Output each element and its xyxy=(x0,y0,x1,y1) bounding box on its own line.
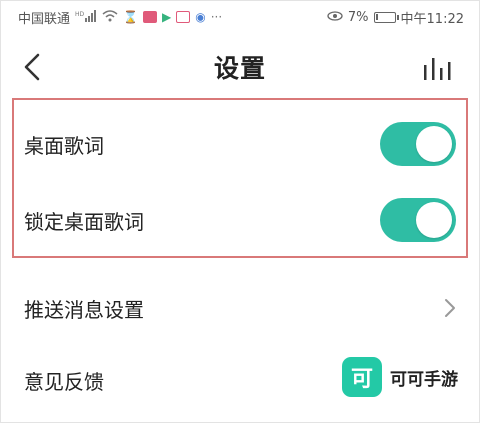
setting-row-push-settings[interactable]: 推送消息设置 xyxy=(0,278,480,338)
chevron-left-icon[interactable] xyxy=(18,52,46,82)
toggle-knob xyxy=(416,202,452,238)
more-icon: ··· xyxy=(210,10,223,24)
status-right: 7% 中午11:22 xyxy=(327,8,464,27)
setting-row-desktop-lyrics: 桌面歌词 xyxy=(0,114,480,174)
wifi-icon xyxy=(102,9,118,25)
desktop-lyrics-toggle[interactable] xyxy=(380,122,456,166)
carrier-name: 中国联通 xyxy=(18,11,71,27)
app-notification-icon xyxy=(142,11,157,23)
setting-label-lock-desktop-lyrics: 锁定桌面歌词 xyxy=(24,209,144,234)
message-notification-icon xyxy=(176,11,191,23)
equalizer-icon[interactable] xyxy=(422,56,454,80)
battery-icon xyxy=(373,11,399,23)
watermark-logo: 可 xyxy=(342,357,382,397)
watermark: 可 可可手游 xyxy=(342,357,458,397)
browser-icon: ◉ xyxy=(195,10,206,24)
play-icon: ▶ xyxy=(161,10,172,24)
setting-label-desktop-lyrics: 桌面歌词 xyxy=(24,133,104,158)
setting-row-lock-desktop-lyrics: 锁定桌面歌词 xyxy=(0,190,480,250)
svg-text:HD: HD xyxy=(75,11,85,18)
header: 设置 xyxy=(0,34,480,100)
status-left: 中国联通 HD ⌛ ▶ ◉ ··· xyxy=(18,8,222,27)
eye-icon xyxy=(327,10,343,24)
watermark-text: 可可手游 xyxy=(390,369,458,390)
chevron-right-icon xyxy=(445,299,455,317)
status-bar: 中国联通 HD ⌛ ▶ ◉ ··· 7% 中午11:22 xyxy=(0,0,480,34)
lock-desktop-lyrics-toggle[interactable] xyxy=(380,198,456,242)
clock: 中午11:22 xyxy=(400,11,464,27)
battery-percent: 7% xyxy=(347,9,369,25)
setting-label-push-settings: 推送消息设置 xyxy=(24,297,144,322)
setting-label-feedback: 意见反馈 xyxy=(24,369,104,394)
page-title: 设置 xyxy=(213,54,266,83)
toggle-knob xyxy=(416,126,452,162)
hourglass-icon: ⌛ xyxy=(123,10,138,24)
signal-icon: HD xyxy=(75,9,97,25)
